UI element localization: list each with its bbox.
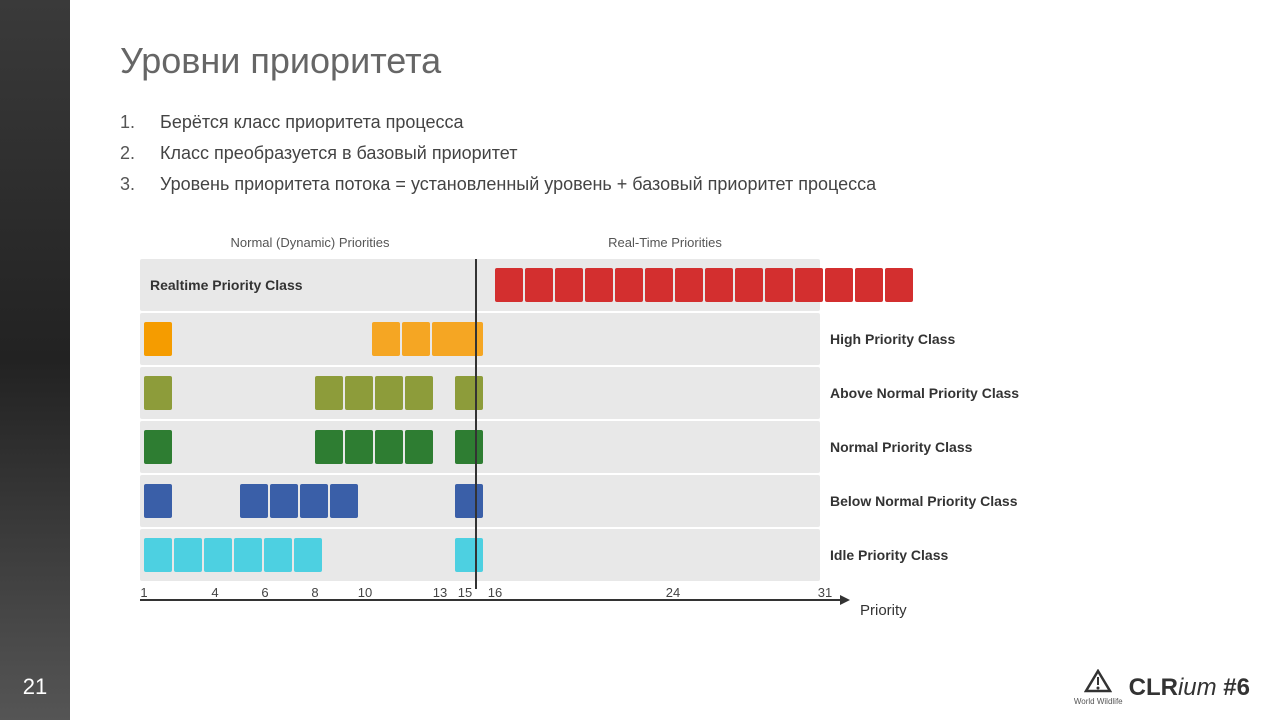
row-realtime: Realtime Priority Class — [140, 259, 1230, 311]
chart-header-normal: Normal (Dynamic) Priorities — [170, 235, 450, 250]
row-high: High Priority Class — [140, 313, 1230, 365]
normal-single-block — [144, 430, 172, 464]
priority-axis-label: Priority — [860, 602, 907, 619]
high-group-blocks — [372, 322, 460, 356]
rt-block-10 — [765, 268, 793, 302]
row-label-above-normal: Above Normal Priority Class — [830, 385, 1019, 401]
x-label-24: 24 — [666, 585, 680, 600]
row-label-idle: Idle Priority Class — [830, 547, 948, 563]
x-label-13: 13 — [433, 585, 447, 600]
list-text-1: Берётся класс приоритета процесса — [160, 112, 464, 133]
list-item-1: 1. Берётся класс приоритета процесса — [120, 112, 1230, 133]
rt-block-8 — [705, 268, 733, 302]
list-num-1: 1. — [120, 112, 160, 133]
logo-icon-wrap: World Wildlife — [1074, 669, 1123, 706]
x-axis-container: 1 4 6 8 10 13 15 16 24 31 Priority — [140, 585, 1230, 615]
rt-block-5 — [615, 268, 643, 302]
row-above-normal: Above Normal Priority Class — [140, 367, 1230, 419]
row-normal: Normal Priority Class — [140, 421, 1230, 473]
chart-grid: Realtime Priority Class — [140, 259, 1230, 615]
row-label-below-normal: Below Normal Priority Class — [830, 493, 1018, 509]
x-label-8: 8 — [311, 585, 318, 600]
rt-block-4 — [585, 268, 613, 302]
rt-block-9 — [735, 268, 763, 302]
main-content: Уровни приоритета 1. Берётся класс приор… — [70, 0, 1280, 720]
above-group-blocks — [315, 376, 433, 410]
logo-icon — [1084, 669, 1112, 697]
list-item-3: 3. Уровень приоритета потока = установле… — [120, 174, 1230, 195]
x-label-10: 10 — [358, 585, 372, 600]
logo-sub-text: World Wildlife — [1074, 697, 1123, 706]
list-item-2: 2. Класс преобразуется в базовый приорит… — [120, 143, 1230, 164]
realtime-blocks — [495, 268, 913, 302]
idle-group-blocks — [144, 538, 322, 572]
normal-group-blocks — [315, 430, 433, 464]
normal-base-block — [455, 430, 483, 464]
list-num-3: 3. — [120, 174, 160, 195]
below-base-block — [455, 484, 483, 518]
logo-area: World Wildlife CLRium #6 — [1074, 669, 1250, 706]
sidebar: 21 — [0, 0, 70, 720]
below-single-block — [144, 484, 172, 518]
row-below-normal: Below Normal Priority Class — [140, 475, 1230, 527]
rt-block-7 — [675, 268, 703, 302]
x-label-15: 15 — [458, 585, 472, 600]
list-section: 1. Берётся класс приоритета процесса 2. … — [120, 112, 1230, 205]
high-single-block — [144, 322, 172, 356]
idle-base-block — [455, 538, 483, 572]
rt-block-11 — [795, 268, 823, 302]
slide-number: 21 — [23, 674, 47, 700]
rt-block-1 — [495, 268, 523, 302]
row-idle: Idle Priority Class — [140, 529, 1230, 581]
x-label-6: 6 — [261, 585, 268, 600]
list-text-2: Класс преобразуется в базовый приоритет — [160, 143, 517, 164]
rt-block-13 — [855, 268, 883, 302]
x-label-16: 16 — [488, 585, 502, 600]
priority-divider-line — [475, 259, 477, 589]
chart-header-realtime: Real-Time Priorities — [540, 235, 790, 250]
x-label-4: 4 — [211, 585, 218, 600]
page-title: Уровни приоритета — [120, 40, 1230, 82]
row-label-normal: Normal Priority Class — [830, 439, 972, 455]
rt-block-2 — [525, 268, 553, 302]
list-num-2: 2. — [120, 143, 160, 164]
logo-text: CLRium #6 — [1129, 674, 1250, 702]
rt-block-6 — [645, 268, 673, 302]
above-base-block — [455, 376, 483, 410]
chart-container: Normal (Dynamic) Priorities Real-Time Pr… — [120, 235, 1230, 700]
x-label-1: 1 — [140, 585, 147, 600]
high-base-block — [455, 322, 483, 356]
rt-block-14 — [885, 268, 913, 302]
above-single-block — [144, 376, 172, 410]
list-text-3: Уровень приоритета потока = установленны… — [160, 174, 876, 195]
row-label-realtime: Realtime Priority Class — [150, 277, 303, 293]
x-axis-arrow — [840, 595, 850, 605]
x-label-31: 31 — [818, 585, 832, 600]
rt-block-3 — [555, 268, 583, 302]
row-label-high: High Priority Class — [830, 331, 955, 347]
below-group-blocks — [240, 484, 358, 518]
rt-block-12 — [825, 268, 853, 302]
